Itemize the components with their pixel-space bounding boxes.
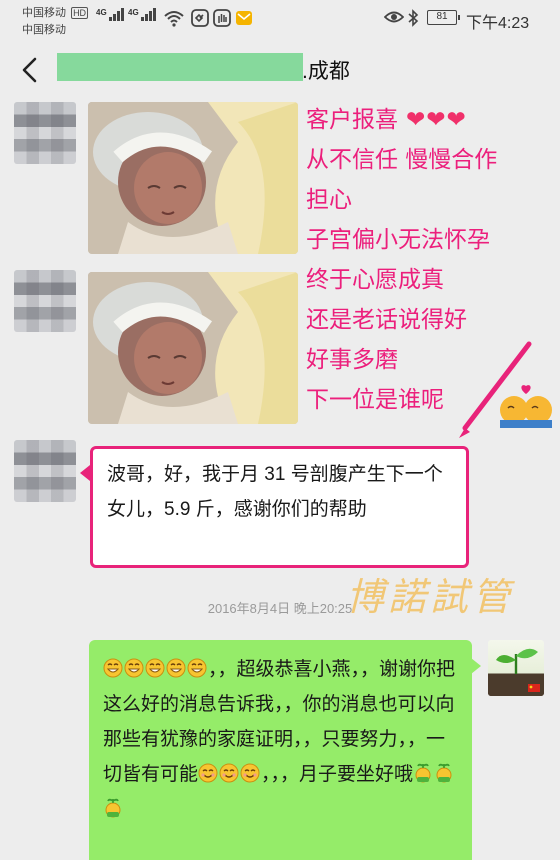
carrier-1: 中国移动 HD (22, 4, 89, 20)
hand-icon (213, 9, 231, 27)
caption-line-5: 终于心愿成真 (306, 267, 444, 293)
caption-line-2: 从不信任 慢慢合作 (306, 147, 498, 173)
caption-line-1-text: 客户报喜 (306, 107, 398, 133)
chat-title: .成都 (302, 60, 350, 83)
kissing-emoji-icon (500, 385, 552, 428)
network-2-label: 4G (128, 8, 139, 17)
contact-avatar[interactable] (14, 270, 76, 332)
hearts-icon: ❤❤❤ (406, 107, 467, 133)
outgoing-message-bubble[interactable]: ，，超级恭喜小燕，，谢谢你把这么好的消息告诉我，，你的消息也可以向那些有犹豫的家… (89, 640, 481, 860)
baby-photo-image (88, 272, 298, 424)
sprout-avatar-image (488, 648, 544, 696)
mail-icon (236, 11, 252, 25)
carrier-1-label: 中国移动 (22, 7, 66, 19)
signal-2-icon: 4G (128, 8, 156, 21)
battery-icon: 81 (427, 10, 460, 25)
contact-name-mask (57, 53, 303, 81)
wifi-icon (164, 11, 184, 27)
network-1-label: 4G (96, 8, 107, 17)
signal-1-icon: 4G (96, 8, 124, 21)
hd-badge: HD (71, 7, 89, 19)
contact-avatar[interactable] (14, 102, 76, 164)
photo-message[interactable] (88, 102, 298, 254)
caption-line-1: 客户报喜 ❤❤❤ (306, 100, 546, 140)
carrier-2-label: 中国移动 (22, 24, 66, 36)
battery-level: 81 (436, 11, 448, 22)
message-timestamp: 2016年8月4日 晚上20:25 (207, 601, 353, 616)
bluetooth-icon (408, 9, 419, 27)
outgoing-message-text-2: ，，，月子要坐好哦 (261, 764, 414, 785)
caption-line-4: 子宫偏小无法怀孕 (306, 227, 490, 253)
status-bar: 中国移动 HD 中国移动 4G 4G 81 下午4:23 (0, 0, 560, 40)
back-button[interactable] (18, 56, 42, 84)
grin-emoji-icon (103, 658, 208, 680)
photo-message[interactable] (88, 272, 298, 424)
status-time: 下午4:23 (466, 15, 530, 32)
my-avatar[interactable] (488, 640, 544, 696)
incoming-message-bubble[interactable]: 波哥，好，我于月 31 号剖腹产生下一个女儿，5.9 斤，感谢你们的帮助 (80, 446, 469, 568)
incoming-message-text: 波哥，好，我于月 31 号剖腹产生下一个女儿，5.9 斤，感谢你们的帮助 (107, 464, 443, 520)
app-notification-icon (191, 9, 209, 27)
smile-emoji-icon (198, 763, 261, 785)
caption-line-6: 还是老话说得好 (306, 307, 467, 333)
chat-title-bar: .成都 (0, 40, 560, 100)
eye-icon (384, 11, 404, 23)
baby-photo-image (88, 102, 298, 254)
contact-avatar[interactable] (14, 440, 76, 502)
caption-line-3: 担心 (306, 187, 352, 213)
